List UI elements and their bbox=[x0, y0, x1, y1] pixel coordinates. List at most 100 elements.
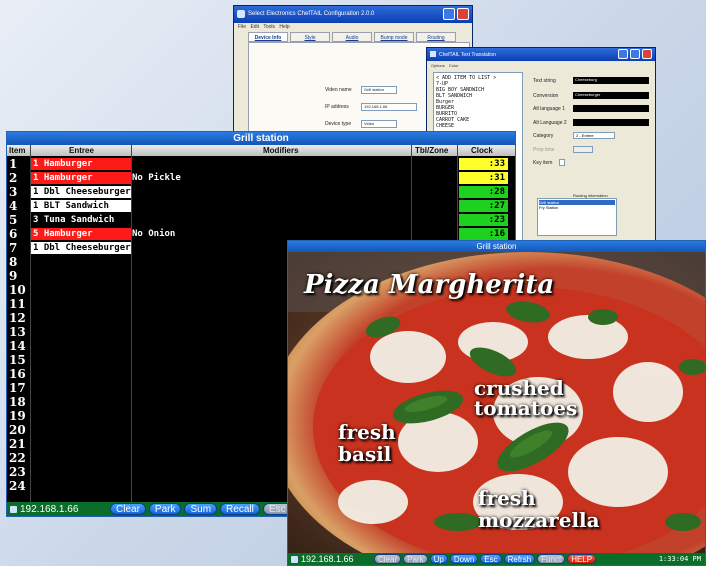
device-type-label: Device type bbox=[325, 121, 352, 127]
tab-audio[interactable]: Audio bbox=[332, 32, 372, 42]
app-icon bbox=[430, 51, 436, 57]
table-row[interactable]: 3 1 Dbl Cheeseburger :28 bbox=[7, 185, 515, 199]
row-number: 21 bbox=[9, 437, 26, 451]
table-row[interactable]: 2 1 Hamburger No Pickle :31 bbox=[7, 171, 515, 185]
entree-cell[interactable]: 3 Tuna Sandwich bbox=[31, 214, 131, 226]
tab-routing[interactable]: Routing bbox=[416, 32, 456, 42]
category-label: Category bbox=[533, 133, 554, 139]
promo-ip-display: 192.168.1.66 bbox=[288, 554, 372, 564]
row-number: 8 bbox=[9, 255, 18, 269]
row-number: 16 bbox=[9, 367, 26, 381]
category-select[interactable]: 2 - Entree bbox=[573, 132, 615, 139]
key-item-checkbox[interactable] bbox=[559, 159, 565, 166]
row-number: 14 bbox=[9, 339, 26, 353]
modifier-cell: No Onion bbox=[132, 229, 176, 239]
entree-cell[interactable]: 5 Hamburger bbox=[31, 228, 131, 240]
kds-header: Item Entree Modifiers Tbl/Zone Clock bbox=[7, 145, 515, 156]
close-icon[interactable] bbox=[457, 8, 469, 20]
minimize-icon[interactable] bbox=[618, 49, 628, 59]
clear-button[interactable]: Clear bbox=[374, 554, 402, 564]
help-button[interactable]: HELP bbox=[567, 554, 597, 564]
text-string-field[interactable]: Cheeseburg bbox=[573, 77, 649, 84]
park-button[interactable]: Park bbox=[148, 503, 182, 515]
row-number: 13 bbox=[9, 325, 26, 339]
table-row[interactable]: 5 3 Tuna Sandwich :23 bbox=[7, 213, 515, 227]
row-number: 15 bbox=[9, 353, 26, 367]
row-number: 3 bbox=[9, 185, 18, 199]
translation-menu-bar[interactable]: Options Color bbox=[427, 61, 655, 69]
pizza-headline: Pizza Margherita bbox=[304, 270, 555, 300]
row-number: 4 bbox=[9, 199, 18, 213]
row-number: 5 bbox=[9, 213, 18, 227]
header-clock: Clock bbox=[471, 146, 493, 155]
kds-title: Grill station bbox=[7, 132, 515, 145]
key-item-label: Key item bbox=[533, 160, 553, 166]
entree-cell[interactable]: 1 BLT Sandwich bbox=[31, 200, 131, 212]
row-number: 12 bbox=[9, 311, 26, 325]
tab-bump-mode[interactable]: Bump mode bbox=[374, 32, 414, 42]
header-item: Item bbox=[9, 146, 26, 155]
row-number: 23 bbox=[9, 465, 26, 479]
entree-cell[interactable]: 1 Hamburger bbox=[31, 158, 131, 170]
alt-language-2-field[interactable] bbox=[573, 119, 649, 126]
entree-cell[interactable]: 1 Dbl Cheeseburger bbox=[31, 186, 131, 198]
translation-window-titlebar[interactable]: ChefTAIL Text Translation bbox=[427, 48, 655, 61]
config-window-titlebar[interactable]: Select Electronics ChefTAIL Configuratio… bbox=[234, 6, 472, 23]
table-row[interactable]: 6 5 Hamburger No Onion:16 bbox=[7, 227, 515, 241]
routing-item-fry[interactable]: Fry Station bbox=[539, 205, 615, 210]
modifier-cell: No Pickle bbox=[132, 173, 181, 183]
alt-language-1-field[interactable] bbox=[573, 105, 649, 112]
tab-device-info[interactable]: Device Info bbox=[248, 32, 288, 42]
mozzarella-label-line2: mozzarella bbox=[478, 508, 600, 532]
clock-cell: :33 bbox=[459, 158, 508, 170]
pizza-image: Pizza Margherita crushed tomatoes fresh … bbox=[288, 252, 705, 554]
down-button[interactable]: Down bbox=[449, 554, 479, 564]
up-button[interactable]: Up bbox=[429, 554, 448, 564]
routing-list[interactable]: Grill station Fry Station bbox=[537, 198, 617, 236]
row-number: 9 bbox=[9, 269, 18, 283]
minimize-icon[interactable] bbox=[443, 8, 455, 20]
network-icon bbox=[291, 555, 298, 563]
conversion-field[interactable]: Cheeseburger bbox=[573, 92, 649, 99]
maximize-icon[interactable] bbox=[630, 49, 640, 59]
row-number: 18 bbox=[9, 395, 26, 409]
clear-button[interactable]: Clear bbox=[110, 503, 146, 515]
row-number: 7 bbox=[9, 241, 18, 255]
sum-button[interactable]: Sum bbox=[184, 503, 218, 515]
clock-time: 1:33:04 PM bbox=[658, 555, 701, 563]
video-name-field[interactable]: Grill station bbox=[361, 86, 397, 94]
row-number: 2 bbox=[9, 171, 18, 185]
row-number: 6 bbox=[9, 227, 18, 241]
park-button[interactable]: Park bbox=[403, 554, 428, 564]
tab-style[interactable]: Style bbox=[290, 32, 330, 42]
promo-status-bar: 192.168.1.66 Clear Park Up Down Esc Refr… bbox=[288, 553, 705, 565]
ip-address-field[interactable]: 192.168.1.66 bbox=[361, 103, 417, 111]
config-menu-bar[interactable]: File Edit Tools Help bbox=[234, 23, 472, 31]
config-tabs: Device Info Style Audio Bump mode Routin… bbox=[248, 32, 456, 42]
translation-window-title: ChefTAIL Text Translation bbox=[439, 52, 496, 58]
basil-label-line1: fresh bbox=[338, 420, 396, 444]
prep-time-field[interactable] bbox=[573, 146, 593, 153]
header-modifiers: Modifiers bbox=[263, 146, 299, 155]
promo-ip-text: 192.168.1.66 bbox=[301, 554, 354, 564]
entree-cell[interactable]: 1 Dbl Cheeseburger bbox=[31, 242, 131, 254]
basil-label-line2: basil bbox=[338, 442, 392, 466]
row-number: 17 bbox=[9, 381, 26, 395]
device-type-select[interactable]: Video bbox=[361, 120, 397, 128]
table-row[interactable]: 4 1 BLT Sandwich:27 bbox=[7, 199, 515, 213]
table-row[interactable]: 1 1 Hamburger:33 bbox=[7, 157, 515, 171]
clock-cell: :31 bbox=[459, 172, 508, 184]
esc-button[interactable]: Esc bbox=[480, 554, 502, 564]
function-button[interactable]: Funct bbox=[537, 554, 566, 564]
list-item[interactable]: CHEESE bbox=[436, 123, 520, 129]
network-icon bbox=[10, 505, 17, 513]
entree-cell[interactable]: 1 Hamburger bbox=[31, 172, 131, 184]
clock-cell: :23 bbox=[459, 214, 508, 226]
row-number: 24 bbox=[9, 479, 26, 493]
close-icon[interactable] bbox=[642, 49, 652, 59]
recall-button[interactable]: Recall bbox=[220, 503, 260, 515]
video-name-label: Video name bbox=[325, 87, 352, 93]
header-tbl-zone: Tbl/Zone bbox=[415, 146, 449, 155]
clock-cell: :28 bbox=[459, 186, 508, 198]
refresh-button[interactable]: Refrsh bbox=[503, 554, 536, 564]
